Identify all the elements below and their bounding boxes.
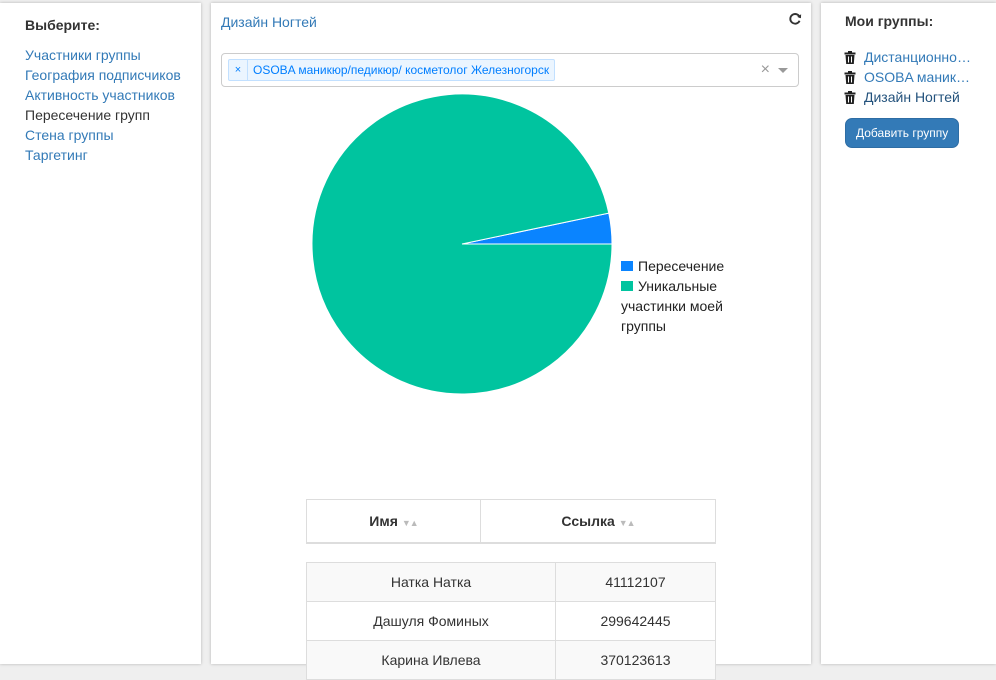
sort-icon: ▼▲	[401, 518, 419, 528]
sidebar-link-intersection[interactable]: Пересечение групп	[25, 107, 150, 123]
my-groups-list: Дистанционно… OSOBA маник… Дизайн Ногтей	[844, 47, 971, 107]
trash-icon[interactable]	[844, 50, 856, 64]
legend-swatch-intersection	[621, 261, 633, 271]
dropdown-arrow-icon[interactable]	[778, 68, 788, 73]
legend-swatch-unique	[621, 281, 633, 291]
my-group-link[interactable]: Дизайн Ногтей	[864, 87, 960, 107]
legend-item-unique: Уникальные участинки моей группы	[621, 276, 723, 336]
sidebar-heading: Выберите:	[25, 17, 100, 33]
table-row: Дашуля Фоминых 299642445	[306, 601, 716, 641]
pie-chart	[311, 93, 613, 395]
table-cell-name: Карина Ивлева	[306, 640, 556, 680]
sidebar-item-targeting: Таргетинг	[25, 145, 181, 165]
sidebar-link-members[interactable]: Участники группы	[25, 47, 141, 63]
legend-label-intersection: Пересечение	[638, 258, 725, 274]
sidebar-link-wall[interactable]: Стена группы	[25, 127, 114, 143]
list-item: OSOBA маник…	[844, 67, 971, 87]
list-item: Дистанционно…	[844, 47, 971, 67]
table-cell-link: 299642445	[555, 601, 716, 641]
add-group-button[interactable]: Добавить группу	[845, 118, 960, 148]
my-group-link[interactable]: OSOBA маник…	[864, 67, 970, 87]
legend-label-unique-line2: участинки моей	[621, 298, 723, 314]
column-header-link[interactable]: Ссылка ▼▲	[480, 499, 716, 544]
sidebar-item-geography: География подписчиков	[25, 65, 181, 85]
sidebar-item-activity: Активность участников	[25, 85, 181, 105]
sidebar-link-activity[interactable]: Активность участников	[25, 87, 175, 103]
my-group-link[interactable]: Дистанционно…	[864, 47, 971, 67]
table-row: Натка Натка 41112107	[306, 562, 716, 602]
main-panel: Дизайн Ногтей × OSOBA маникюр/педикюр/ к…	[211, 3, 811, 680]
legend-item-intersection: Пересечение	[621, 256, 724, 276]
clear-select-icon[interactable]: ×	[761, 61, 770, 79]
sidebar-link-geography[interactable]: География подписчиков	[25, 67, 181, 83]
table-cell-name: Дашуля Фоминых	[306, 601, 556, 641]
table-cell-link: 41112107	[555, 562, 716, 602]
my-groups-heading: Мои группы:	[845, 13, 934, 29]
group-select[interactable]: × OSOBA маникюр/педикюр/ косметолог Желе…	[221, 53, 799, 87]
trash-icon[interactable]	[844, 70, 856, 84]
sidebar-link-targeting[interactable]: Таргетинг	[25, 147, 88, 163]
legend-label-unique-line1: Уникальные	[638, 278, 718, 294]
legend-label-unique-line3: группы	[621, 318, 666, 334]
tag-label: OSOBA маникюр/педикюр/ косметолог Железн…	[253, 63, 550, 77]
table-cell-link: 370123613	[555, 640, 716, 680]
left-sidebar: Выберите: Участники группы География под…	[0, 3, 201, 664]
trash-icon[interactable]	[844, 90, 856, 104]
right-sidebar: Мои группы: Дистанционно… OSOBA маник… Д…	[821, 3, 996, 664]
table-row: Карина Ивлева 370123613	[306, 640, 716, 680]
selected-group-tag: × OSOBA маникюр/педикюр/ косметолог Желе…	[228, 59, 556, 81]
members-table-header: Имя ▼▲ Ссылка ▼▲	[306, 499, 716, 544]
column-header-name[interactable]: Имя ▼▲	[306, 499, 481, 544]
sidebar-item-intersection: Пересечение групп	[25, 105, 181, 125]
group-title-link[interactable]: Дизайн Ногтей	[221, 14, 317, 30]
refresh-icon[interactable]	[788, 12, 802, 26]
sidebar-item-members: Участники группы	[25, 45, 181, 65]
sidebar-item-wall: Стена группы	[25, 125, 181, 145]
sidebar-menu: Участники группы География подписчиков А…	[25, 45, 181, 165]
members-table: Натка Натка 41112107 Дашуля Фоминых 2996…	[306, 562, 716, 680]
list-item: Дизайн Ногтей	[844, 87, 971, 107]
tag-remove-icon[interactable]: ×	[229, 60, 248, 80]
sort-icon: ▼▲	[618, 518, 636, 528]
pie-slice-1[interactable]	[311, 93, 613, 395]
table-cell-name: Натка Натка	[306, 562, 556, 602]
